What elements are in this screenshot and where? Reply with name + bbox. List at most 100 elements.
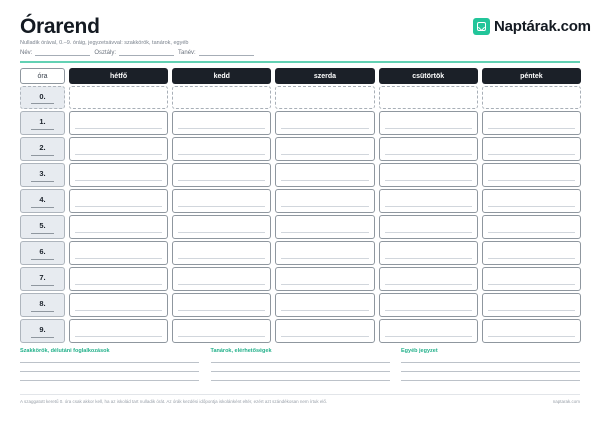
lesson-cell[interactable]	[172, 189, 272, 213]
lesson-cell[interactable]	[481, 137, 581, 161]
timetable-grid: óra hétfő kedd szerda csütörtök péntek 0…	[20, 68, 581, 343]
notes-line[interactable]	[401, 372, 580, 381]
lesson-cell[interactable]	[172, 163, 272, 187]
class-field-line	[119, 50, 175, 56]
lesson-cell[interactable]	[481, 86, 581, 109]
lesson-cell[interactable]	[275, 137, 375, 161]
lesson-cell[interactable]	[378, 111, 478, 135]
notes-line[interactable]	[20, 372, 199, 381]
lesson-cell[interactable]	[275, 215, 375, 239]
school-year-field[interactable]: Tanév:	[178, 50, 254, 56]
lesson-cell[interactable]	[378, 163, 478, 187]
period-label: 5.	[20, 215, 65, 239]
footer-divider	[20, 394, 580, 395]
header-divider	[20, 61, 580, 63]
day-header-friday: péntek	[481, 68, 581, 84]
lesson-cell[interactable]	[481, 111, 581, 135]
lesson-cell[interactable]	[275, 267, 375, 291]
lesson-cell[interactable]	[69, 163, 169, 187]
page-title: Órarend	[20, 15, 100, 38]
lesson-cell[interactable]	[481, 241, 581, 265]
lesson-cell[interactable]	[69, 111, 169, 135]
lesson-cell[interactable]	[275, 293, 375, 317]
day-header-thursday: csütörtök	[378, 68, 478, 84]
lesson-cell[interactable]	[378, 189, 478, 213]
day-header-tuesday: kedd	[172, 68, 272, 84]
lesson-cell[interactable]	[172, 319, 272, 343]
footer-note: A szaggatott keretű 0. óra csak akkor ke…	[20, 399, 328, 404]
notes-line[interactable]	[20, 354, 199, 363]
lesson-cell[interactable]	[481, 293, 581, 317]
period-label: 7.	[20, 267, 65, 291]
lesson-cell[interactable]	[481, 189, 581, 213]
lesson-cell[interactable]	[275, 319, 375, 343]
period-label: 9.	[20, 319, 65, 343]
class-field[interactable]: Osztály:	[94, 50, 175, 56]
lesson-cell[interactable]	[481, 215, 581, 239]
notes-line[interactable]	[210, 354, 390, 363]
lesson-cell[interactable]	[69, 267, 169, 291]
brand-name: Naptárak.com	[494, 18, 591, 35]
notes-line[interactable]	[210, 363, 390, 372]
lesson-cell[interactable]	[172, 86, 272, 109]
class-field-label: Osztály:	[94, 50, 117, 56]
notes-line[interactable]	[210, 372, 390, 381]
notes-block: Egyéb jegyzet	[401, 348, 580, 381]
lesson-cell[interactable]	[378, 319, 478, 343]
period-label: 1.	[20, 111, 65, 135]
calendar-check-icon	[473, 18, 490, 35]
lesson-cell[interactable]	[69, 319, 169, 343]
lesson-cell[interactable]	[69, 189, 169, 213]
period-label: 8.	[20, 293, 65, 317]
period-label: 0.	[20, 86, 65, 109]
lesson-cell[interactable]	[378, 215, 478, 239]
period-label: 6.	[20, 241, 65, 265]
school-year-field-label: Tanév:	[178, 50, 196, 56]
name-field[interactable]: Név:	[20, 50, 91, 56]
period-label: 4.	[20, 189, 65, 213]
lesson-cell[interactable]	[481, 319, 581, 343]
lesson-cell[interactable]	[481, 163, 581, 187]
lesson-cell[interactable]	[172, 293, 272, 317]
brand-logo[interactable]: Naptárak.com	[473, 18, 591, 35]
notes-section: Szakkörök, délutáni foglalkozások Tanárok…	[20, 348, 580, 381]
notes-block: Szakkörök, délutáni foglalkozások	[20, 348, 199, 381]
lesson-cell[interactable]	[275, 241, 375, 265]
school-year-field-line	[198, 50, 254, 56]
lesson-cell[interactable]	[69, 241, 169, 265]
meta-fields: Név: Osztály: Tanév:	[20, 50, 258, 56]
notes-line[interactable]	[401, 354, 580, 363]
day-header-monday: hétfő	[69, 68, 169, 84]
lesson-cell[interactable]	[172, 111, 272, 135]
lesson-cell[interactable]	[378, 241, 478, 265]
lesson-cell[interactable]	[275, 189, 375, 213]
lesson-cell[interactable]	[275, 111, 375, 135]
notes-line[interactable]	[401, 363, 580, 372]
notes-block: Tanárok, elérhetőségek	[210, 348, 390, 381]
day-header-wednesday: szerda	[275, 68, 375, 84]
lesson-cell[interactable]	[69, 293, 169, 317]
period-label: 3.	[20, 163, 65, 187]
lesson-cell[interactable]	[275, 86, 375, 109]
name-field-label: Név:	[20, 50, 33, 56]
lesson-cell[interactable]	[172, 267, 272, 291]
lesson-cell[interactable]	[69, 137, 169, 161]
period-column-header: óra	[20, 68, 65, 84]
lesson-cell[interactable]	[172, 241, 272, 265]
lesson-cell[interactable]	[172, 215, 272, 239]
notes-line[interactable]	[20, 363, 199, 372]
lesson-cell[interactable]	[275, 163, 375, 187]
footer-site: naptarak.com	[552, 399, 580, 404]
page-subtitle: Nulladik órával, 0.–9. óráig, jegyzetsáv…	[20, 40, 189, 46]
lesson-cell[interactable]	[69, 215, 169, 239]
lesson-cell[interactable]	[378, 86, 478, 109]
lesson-cell[interactable]	[172, 137, 272, 161]
lesson-cell[interactable]	[69, 86, 169, 109]
lesson-cell[interactable]	[378, 137, 478, 161]
lesson-cell[interactable]	[378, 293, 478, 317]
name-field-line	[35, 50, 91, 56]
lesson-cell[interactable]	[378, 267, 478, 291]
lesson-cell[interactable]	[481, 267, 581, 291]
footer: A szaggatott keretű 0. óra csak akkor ke…	[20, 399, 580, 404]
period-label: 2.	[20, 137, 65, 161]
